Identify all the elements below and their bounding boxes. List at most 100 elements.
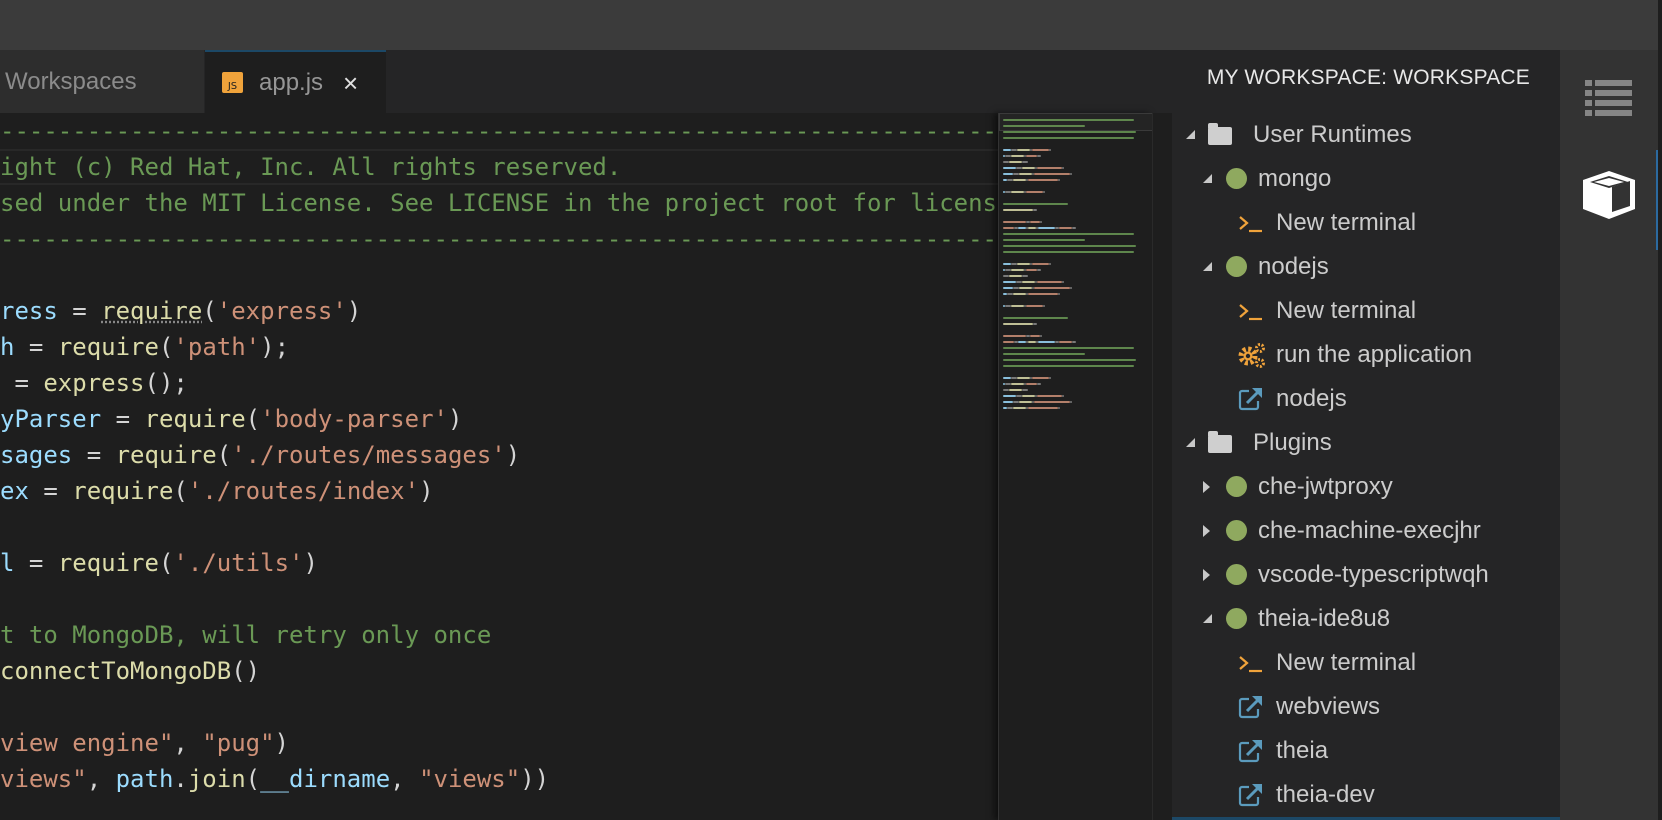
tree-item[interactable]: nodejs [1172,245,1560,289]
code-token: = [14,549,58,577]
code-token: ( [158,333,174,361]
chevron-down-icon[interactable] [1203,174,1212,183]
minimap-line [1032,263,1049,265]
minimap-line [1003,221,1026,223]
code-line[interactable]: ----------------------------------------… [0,113,997,149]
code-token: join [187,765,246,793]
editor-vertical-scrollbar[interactable] [1152,113,1173,820]
minimap-line [1043,305,1045,307]
tree-item[interactable]: vscode-typescriptwqh [1172,553,1560,597]
minimap-line [1062,395,1064,397]
workspace-cube-icon [1583,171,1635,219]
tree-item[interactable]: che-machine-execjhr [1172,509,1560,553]
code-token: require [144,405,246,433]
code-token: './routes/messages' [231,441,506,469]
code-line[interactable]: sages = require('./routes/messages') [0,437,520,473]
code-token: () [231,657,261,685]
tree-item[interactable]: theia-dev [1172,773,1560,817]
minimap-line [1018,341,1026,343]
minimap-line [1019,401,1032,403]
chevron-down-icon[interactable] [1186,438,1195,447]
panel-title: MY WORKSPACE: WORKSPACE [1206,66,1530,89]
minimap-line [1003,395,1016,397]
code-line[interactable]: ress = require('express') [0,293,361,329]
minimap-line [1003,233,1134,235]
tab-label: app.js [259,68,324,96]
code-line[interactable]: views", path.join(__dirname, "views")) [0,761,549,797]
tree-item[interactable]: User Runtimes [1172,113,1560,157]
minimap-slider[interactable] [999,113,1153,131]
tree-item[interactable]: run the application [1172,333,1560,377]
code-token: require [115,441,217,469]
window-edge [1658,0,1662,820]
code-editor[interactable]: ----------------------------------------… [0,113,998,820]
tree-item[interactable]: New terminal [1172,201,1560,245]
workspace-view-button[interactable] [1560,155,1658,235]
code-line[interactable]: h = require('path'); [0,329,289,365]
tree-item[interactable]: Plugins [1172,421,1560,465]
minimap-line [1003,125,1085,127]
tree-item[interactable]: nodejs [1172,377,1560,421]
code-line[interactable]: ex = require('./routes/index') [0,473,434,509]
chevron-right-icon[interactable] [1203,569,1210,581]
minimap-line [1026,155,1037,157]
chevron-down-icon[interactable] [1203,614,1212,623]
code-line[interactable]: view engine", "pug") [0,725,289,761]
minimap-line [1038,341,1055,343]
tree-item[interactable]: theia [1172,729,1560,773]
tab-workspaces[interactable]: Workspaces [0,50,204,113]
code-line[interactable]: connectToMongoDB() [0,653,260,689]
code-token: views" [0,765,87,793]
tree-item-label: New terminal [1276,297,1417,324]
code-token: require [72,477,174,505]
minimap-line [1003,239,1085,241]
minimap-line [1030,335,1040,337]
chevron-right-icon[interactable] [1203,481,1210,493]
tab-app-js[interactable]: JS app.js × [205,50,386,113]
code-token: = [57,297,102,325]
minimap-line [1009,275,1022,277]
code-line[interactable]: ----------------------------------------… [0,221,997,257]
minimap-line [1003,323,1033,325]
code-token: l [0,549,15,577]
minimap-line [1009,161,1022,163]
minimap-line [1040,335,1042,337]
minimap-line [1034,173,1070,175]
chevron-right-icon[interactable] [1203,525,1210,537]
minimap[interactable] [998,113,1153,820]
minimap-line [1059,227,1072,229]
status-running-icon [1226,608,1247,629]
tree-item-label: Plugins [1253,429,1332,456]
tree-item[interactable]: theia-ide8u8 [1172,597,1560,641]
tab-label: Workspaces [5,67,137,95]
code-line[interactable]: sed under the MIT License. See LICENSE i… [0,185,998,221]
code-token: require [57,549,159,577]
code-token: )) [520,765,550,793]
minimap-line [1017,263,1030,265]
code-token: = [101,405,145,433]
code-line[interactable]: ight (c) Red Hat, Inc. All rights reserv… [0,149,621,185]
minimap-line [1003,281,1016,283]
right-activity-bar [1560,50,1658,820]
tree-item[interactable]: webviews [1172,685,1560,729]
code-line[interactable]: t to MongoDB, will retry only once [0,617,491,653]
tree-item[interactable]: New terminal [1172,641,1560,685]
minimap-line [1022,389,1028,391]
minimap-line [1049,377,1051,379]
code-line[interactable]: l = require('./utils') [0,545,318,581]
code-token: 'path' [173,333,261,361]
tree-item[interactable]: mongo [1172,157,1560,201]
close-icon[interactable]: × [343,70,358,96]
chevron-down-icon[interactable] [1203,262,1212,271]
code-token: view engine" [0,729,174,757]
code-line[interactable]: = express(); [0,365,187,401]
tree-item[interactable]: che-jwtproxy [1172,465,1560,509]
tree-item-label: nodejs [1258,253,1329,280]
chevron-down-icon[interactable] [1186,130,1195,139]
code-token: ex [0,477,29,505]
minimap-line [1037,395,1062,397]
code-line[interactable]: yParser = require('body-parser') [0,401,462,437]
tree-item-label: che-jwtproxy [1258,473,1393,500]
outline-view-button[interactable] [1560,70,1658,126]
tree-item[interactable]: New terminal [1172,289,1560,333]
